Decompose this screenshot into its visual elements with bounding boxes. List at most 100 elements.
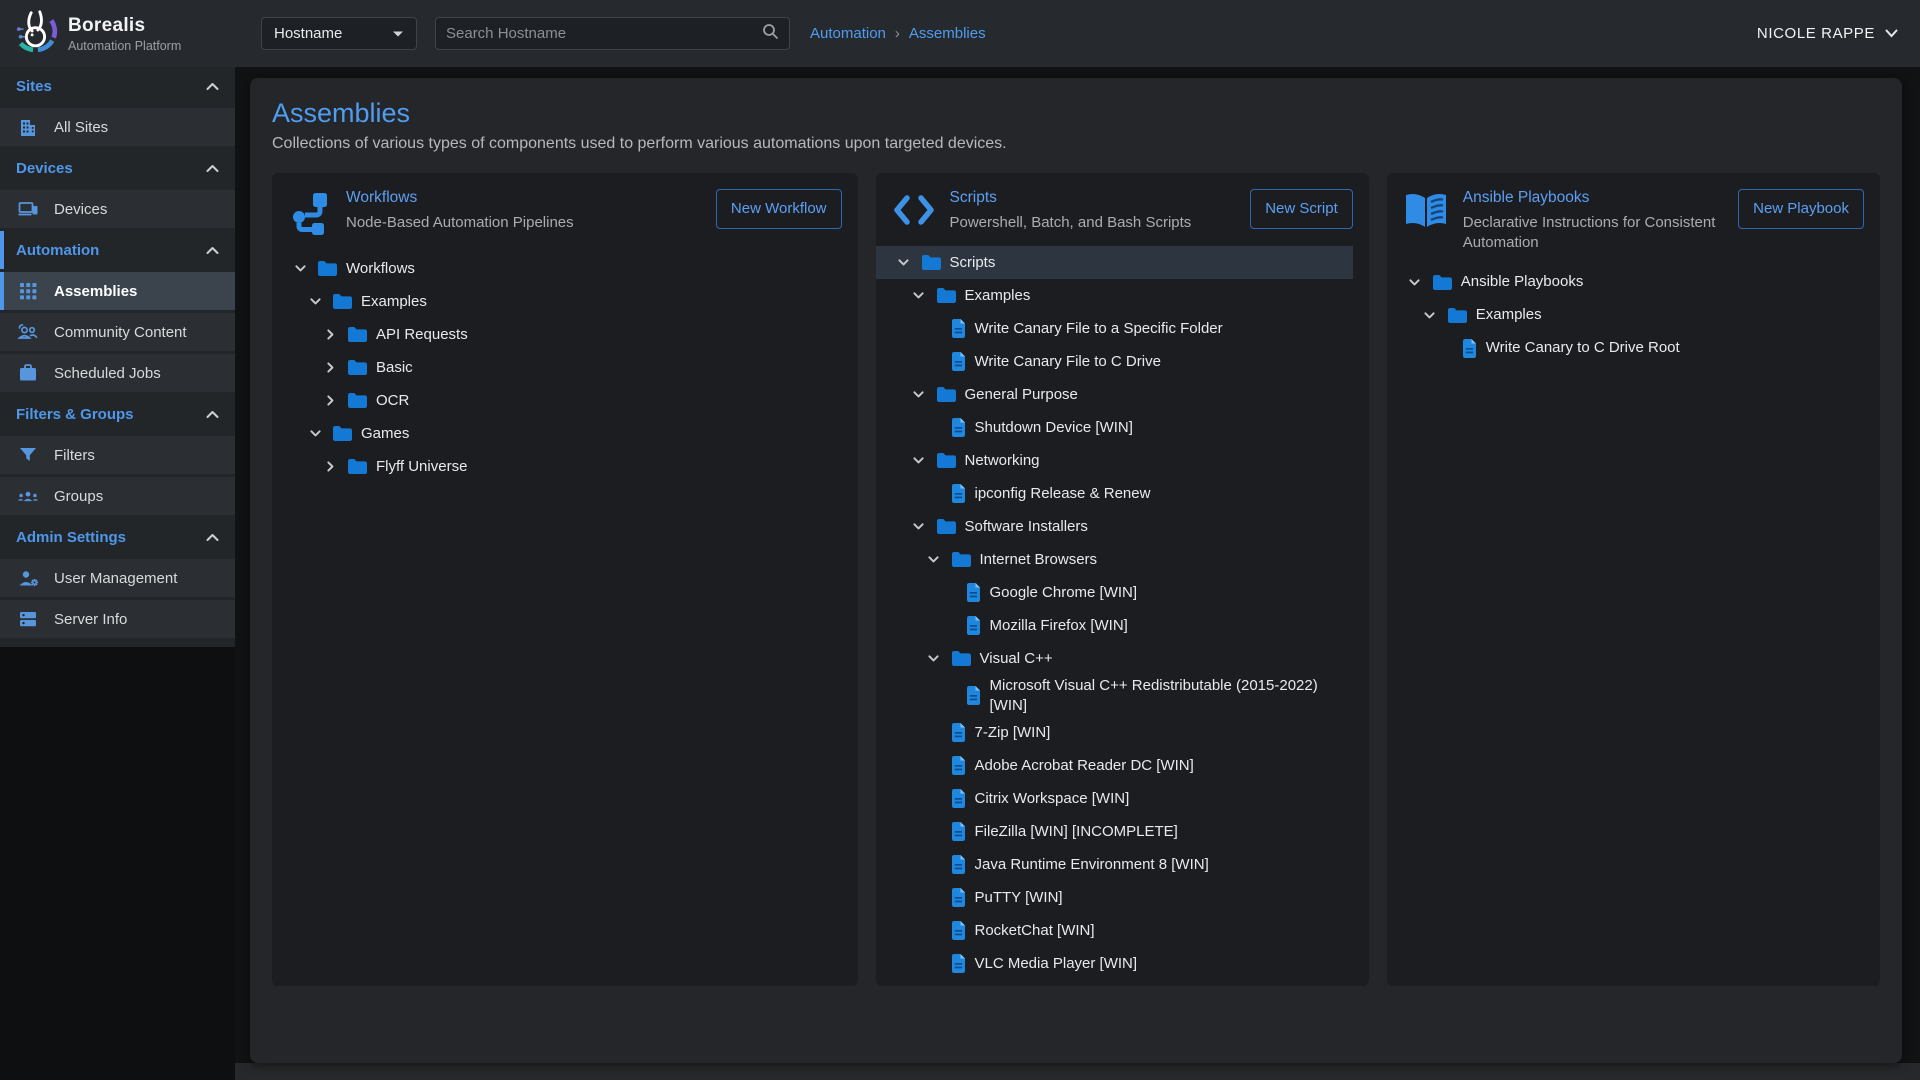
tree-item-write-canary-to-c-drive-root[interactable]: Write Canary to C Drive Root [1387,332,1864,365]
sidebar-item-devices[interactable]: Devices [0,190,235,228]
chevron-right-icon[interactable] [322,361,338,374]
new-script-button[interactable]: New Script [1250,189,1353,229]
chevron-down-icon[interactable] [926,652,942,665]
tree-item-label: Microsoft Visual C++ Redistributable (20… [990,676,1353,715]
section-label: Sites [16,78,52,95]
chevron-down-icon[interactable] [911,388,927,401]
chevron-down-icon[interactable] [911,520,927,533]
sidebar-item-scheduled-jobs[interactable]: Scheduled Jobs [0,354,235,392]
sidebar-item-all-sites[interactable]: All Sites [0,108,235,146]
tree-item-7-zip-win[interactable]: 7-Zip [WIN] [876,716,1353,749]
tree-item-internet-browsers[interactable]: Internet Browsers [876,543,1353,576]
tree-item-visual-c[interactable]: Visual C++ [876,642,1353,675]
tree-item-label: Workflows [346,259,415,279]
file-icon [966,686,981,705]
search-icon[interactable] [762,23,779,45]
tree-item-rocketchat-win[interactable]: RocketChat [WIN] [876,914,1353,947]
tree-item-ocr[interactable]: OCR [272,384,842,417]
building-icon [16,116,40,138]
tree-item-workflows[interactable]: Workflows [272,252,842,285]
sidebar-item-user-management[interactable]: User Management [0,559,235,597]
search-input[interactable] [446,25,762,42]
chevron-down-icon[interactable] [911,454,927,467]
breadcrumb-assemblies[interactable]: Assemblies [909,25,986,42]
tree-item-software-installers[interactable]: Software Installers [876,510,1353,543]
workflows-tree: Workflows ExamplesAPI RequestsBasicOCRGam… [272,252,842,483]
tree-item-ansible-playbooks[interactable]: Ansible Playbooks [1387,266,1864,299]
sidebar-item-server-info[interactable]: Server Info [0,600,235,638]
tree-item-ipconfig-release-renew[interactable]: ipconfig Release & Renew [876,477,1353,510]
chevron-right-icon[interactable] [322,460,338,473]
folder-icon [332,425,352,442]
tree-item-label: Scripts [950,253,996,273]
section-label: Admin Settings [16,529,126,546]
ansible-playbooks-panel: Ansible PlaybooksDeclarative Instruction… [1387,173,1880,986]
chevron-down-icon[interactable] [307,295,323,308]
tree-item-adobe-acrobat-reader-dc-win[interactable]: Adobe Acrobat Reader DC [WIN] [876,749,1353,782]
tree-item-networking[interactable]: Networking [876,444,1353,477]
tree-item-microsoft-visual-c-redistributable-2015-2022-win[interactable]: Microsoft Visual C++ Redistributable (20… [876,675,1353,716]
tree-item-shutdown-device-win[interactable]: Shutdown Device [WIN] [876,411,1353,444]
page-title: Assemblies [272,98,1880,129]
sidebar-section-filters-groups[interactable]: Filters & Groups [0,395,235,433]
sidebar-section-devices[interactable]: Devices [0,149,235,187]
sidebar-section-automation[interactable]: Automation [0,231,235,269]
code-icon [892,189,936,234]
user-menu[interactable]: NICOLE RAPPE [1757,25,1898,42]
tree-item-label: Examples [1476,305,1542,325]
scripts-panel-header: ScriptsPowershell, Batch, and Bash Scrip… [892,189,1353,234]
grid-icon [16,280,40,302]
file-icon [951,822,966,841]
new-playbook-button[interactable]: New Playbook [1738,189,1864,229]
tree-item-flyff-universe[interactable]: Flyff Universe [272,450,842,483]
tree-item-write-canary-file-to-c-drive[interactable]: Write Canary File to C Drive [876,345,1353,378]
file-icon [951,352,966,371]
file-icon [966,583,981,602]
panel-subtitle: Powershell, Batch, and Bash Scripts [950,213,1237,233]
sidebar-item-assemblies[interactable]: Assemblies [0,272,235,310]
tree-item-general-purpose[interactable]: General Purpose [876,378,1353,411]
sidebar-item-groups[interactable]: Groups [0,477,235,515]
hostname-filter-select[interactable]: Hostname [261,17,417,50]
sidebar-item-filters[interactable]: Filters [0,436,235,474]
tree-item-examples[interactable]: Examples [272,285,842,318]
chevron-down-icon[interactable] [1422,309,1438,322]
people-icon [16,321,40,343]
user-gear-icon [16,567,40,589]
sidebar-item-community-content[interactable]: Community Content [0,313,235,351]
chevron-down-icon[interactable] [1407,276,1423,289]
tree-item-google-chrome-win[interactable]: Google Chrome [WIN] [876,576,1353,609]
tree-item-java-runtime-environment-8-win[interactable]: Java Runtime Environment 8 [WIN] [876,848,1353,881]
panel-titles: WorkflowsNode-Based Automation Pipelines [346,189,702,233]
tree-item-label: Software Installers [965,517,1088,537]
tree-item-filezilla-win-incomplete[interactable]: FileZilla [WIN] [INCOMPLETE] [876,815,1353,848]
chevron-right-icon[interactable] [322,394,338,407]
tree-item-api-requests[interactable]: API Requests [272,318,842,351]
panel-subtitle: Node-Based Automation Pipelines [346,213,702,233]
chevron-down-icon[interactable] [307,427,323,440]
chevron-down-icon[interactable] [896,256,912,269]
tree-item-games[interactable]: Games [272,417,842,450]
sidebar-section-sites[interactable]: Sites [0,67,235,105]
chevron-down-icon[interactable] [926,553,942,566]
tree-item-write-canary-file-to-a-specific-folder[interactable]: Write Canary File to a Specific Folder [876,312,1353,345]
section-label: Devices [16,160,73,177]
tree-item-basic[interactable]: Basic [272,351,842,384]
tree-item-examples[interactable]: Examples [1387,299,1864,332]
tree-item-citrix-workspace-win[interactable]: Citrix Workspace [WIN] [876,782,1353,815]
app-logo[interactable]: Borealis Automation Platform [0,0,235,67]
chevron-down-icon[interactable] [292,262,308,275]
tree-item-scripts[interactable]: Scripts [876,246,1353,279]
sidebar-column: Borealis Automation Platform Sites All Si… [0,0,235,1080]
tree-item-mozilla-firefox-win[interactable]: Mozilla Firefox [WIN] [876,609,1353,642]
new-workflow-button[interactable]: New Workflow [716,189,842,229]
sidebar-section-admin-settings[interactable]: Admin Settings [0,518,235,556]
breadcrumb-automation[interactable]: Automation [810,25,886,42]
chevron-down-icon[interactable] [911,289,927,302]
tree-item-vlc-media-player-win[interactable]: VLC Media Player [WIN] [876,947,1353,980]
tree-item-examples[interactable]: Examples [876,279,1353,312]
tree-item-label: PuTTY [WIN] [975,888,1063,908]
tree-item-putty-win[interactable]: PuTTY [WIN] [876,881,1353,914]
chevron-right-icon[interactable] [322,328,338,341]
panel-titles: ScriptsPowershell, Batch, and Bash Scrip… [950,189,1237,233]
